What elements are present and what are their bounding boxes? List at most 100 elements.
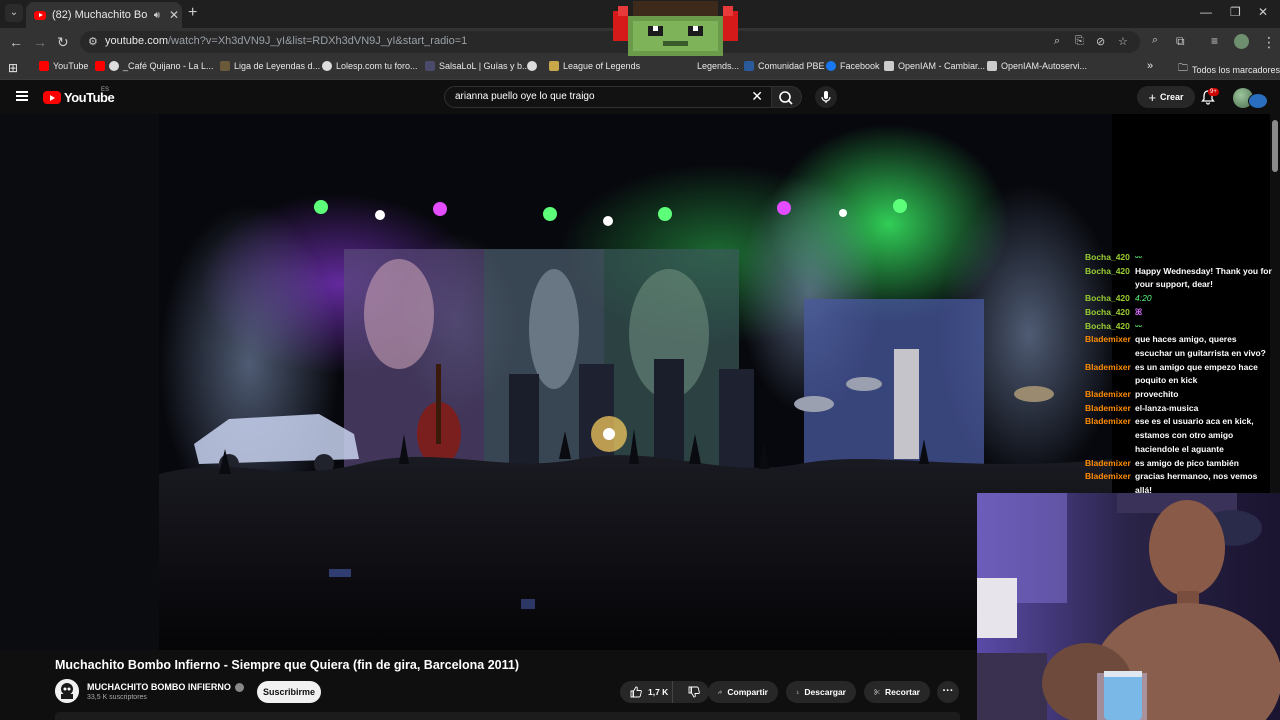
butterfly-emote-icon: ꕤ <box>1135 306 1143 317</box>
extensions-puzzle-icon[interactable]: ⧉ <box>1176 34 1185 49</box>
search-query-text: arianna puello oye lo que traigo <box>455 91 595 102</box>
bookmark-openiam-cambiar[interactable]: OpenIAM - Cambiar... <box>884 61 985 71</box>
site-favicon-icon <box>987 61 997 71</box>
tab-search-button[interactable]: ⌄ <box>5 4 23 22</box>
youtube-logo[interactable]: YouTube ES <box>43 87 115 105</box>
bookmark-label: _Café Quijano - La L... <box>123 61 214 71</box>
more-actions-button[interactable]: ··· <box>937 681 959 703</box>
video-frame[interactable] <box>159 114 1112 650</box>
chat-username: Bocha_420 <box>1085 306 1130 317</box>
bookmarks-overflow-button[interactable]: » <box>1147 60 1153 72</box>
scissors-icon <box>874 689 880 695</box>
chat-text: ese es el usuario aca en kick, estamos c… <box>1135 416 1254 454</box>
streamer-webcam-overlay <box>977 493 1280 720</box>
site-favicon-icon <box>884 61 894 71</box>
clear-search-icon[interactable]: ✕ <box>751 88 763 105</box>
all-bookmarks-folder[interactable]: 🗀 Todos los marcadores <box>1178 61 1280 78</box>
dislike-button[interactable] <box>678 681 709 703</box>
profile-avatar-icon[interactable] <box>1234 34 1249 49</box>
channel-name[interactable]: MUCHACHITO BOMBO INFIERNO <box>87 682 244 692</box>
bookmark-liga-leyendas[interactable]: Liga de Leyendas d... <box>220 61 320 71</box>
forward-arrow-icon[interactable]: → <box>33 34 47 50</box>
minimize-icon[interactable]: — <box>1200 5 1212 19</box>
clip-button[interactable]: Recortar <box>864 681 930 703</box>
folder-icon: 🗀 <box>1178 63 1188 74</box>
webcam-image <box>977 493 1280 720</box>
create-label: Crear <box>1160 92 1184 102</box>
back-arrow-icon[interactable]: ← <box>9 34 23 50</box>
verified-check-icon <box>234 682 244 692</box>
site-info-icon[interactable]: ⚙ <box>88 35 98 48</box>
plus-icon: + <box>1148 89 1157 105</box>
hamburger-menu-icon[interactable] <box>16 91 28 101</box>
bookmark-salsalol[interactable]: SalsaLoL | Guías y b... <box>425 61 530 71</box>
bookmark-legends[interactable]: Legends... <box>697 61 739 71</box>
create-button[interactable]: + Crear <box>1137 86 1195 108</box>
bookmark-lolesp[interactable]: Lolesp.com tu foro... <box>322 61 418 71</box>
download-icon <box>796 690 799 694</box>
search-input[interactable]: arianna puello oye lo que traigo ✕ <box>444 86 772 108</box>
chat-emote-icon: ᵕᵕ <box>1135 320 1142 331</box>
account-switcher-avatar[interactable] <box>1248 93 1268 109</box>
concert-stage-image <box>159 114 1112 650</box>
bookmark-comunidad-pbe[interactable]: Comunidad PBE <box>744 61 825 71</box>
thumbs-up-icon <box>630 686 642 698</box>
eye-off-icon[interactable]: ⊘ <box>1096 35 1105 48</box>
chat-message: Bocha_420 Happy Wednesday! Thank you for… <box>1085 265 1275 292</box>
chat-text: Happy Wednesday! Thank you for your supp… <box>1135 265 1272 290</box>
reload-icon[interactable]: ↻ <box>57 34 69 51</box>
bookmark-star-icon[interactable]: ☆ <box>1118 35 1128 48</box>
subscribe-button[interactable]: Suscribirme <box>257 681 321 703</box>
bookmark-facebook[interactable]: Facebook <box>826 61 880 71</box>
chat-username: Blademixer <box>1085 416 1131 427</box>
globe-icon <box>322 61 332 71</box>
chat-message: Bocha_420 ᵕᵕ <box>1085 320 1275 334</box>
extension-search-icon[interactable]: ⌕ <box>1152 34 1158 47</box>
address-bar[interactable]: ⚙ youtube.com/watch?v=Xh3dVN9J_yI&list=R… <box>80 31 1140 53</box>
bookmark-globe[interactable] <box>527 61 537 71</box>
site-favicon-icon <box>425 61 435 71</box>
tab-close-icon[interactable]: ✕ <box>166 8 182 22</box>
kebab-menu-icon[interactable]: ⋮ <box>1262 34 1276 51</box>
lol-favicon-icon <box>549 61 559 71</box>
download-label: Descargar <box>804 687 846 697</box>
bookmark-league-of-legends[interactable]: League of Legends <box>549 61 640 71</box>
channel-avatar[interactable] <box>55 679 79 703</box>
close-window-icon[interactable]: ✕ <box>1258 5 1268 19</box>
bookmark-label: Todos los marcadores <box>1192 64 1280 75</box>
bookmark-cafe-quijano[interactable]: _Café Quijano - La L... <box>95 61 214 71</box>
chat-username: Blademixer <box>1085 457 1131 468</box>
speaker-icon[interactable]: 🔊︎ <box>154 10 160 21</box>
bookmark-label: League of Legends <box>563 61 641 71</box>
like-dislike-group: 1,7 K <box>620 681 709 703</box>
site-favicon-icon <box>744 61 754 71</box>
bookmark-label: Comunidad PBE <box>758 61 825 71</box>
download-button[interactable]: Descargar <box>786 681 856 703</box>
install-app-icon[interactable]: ⎘ <box>1075 35 1084 48</box>
browser-tab-active[interactable]: (82) Muchachito Bombo Infierno 🔊︎ ✕ <box>26 2 182 28</box>
description-box-edge[interactable] <box>55 712 960 720</box>
chat-username: Blademixer <box>1085 389 1131 400</box>
bookmark-label: YouTube <box>53 61 89 71</box>
bookmark-youtube[interactable]: YouTube <box>39 61 88 71</box>
apps-grid-icon[interactable]: ⊞ <box>8 61 18 75</box>
voice-search-button[interactable] <box>815 86 837 108</box>
chat-message: Blademixer es un amigo que empezo hace p… <box>1085 361 1275 388</box>
globe-icon <box>109 61 119 71</box>
scrollbar-thumb[interactable] <box>1272 120 1278 172</box>
bookmark-openiam-autoservicio[interactable]: OpenIAM-Autoservi... <box>987 61 1087 71</box>
restore-icon[interactable]: ❐ <box>1230 5 1241 19</box>
url-host: youtube.com <box>105 35 168 47</box>
country-code: ES <box>101 87 110 93</box>
microphone-icon <box>821 91 831 103</box>
media-controls-icon[interactable]: ≡ <box>1211 34 1218 48</box>
bookmarks-bar: ⊞ YouTube _Café Quijano - La L... Liga d… <box>0 56 1280 80</box>
zoom-search-icon[interactable]: ⌕ <box>1054 35 1060 48</box>
new-tab-button[interactable]: + <box>188 4 197 22</box>
chat-message: Blademixer que haces amigo, queres escuc… <box>1085 333 1275 360</box>
share-button[interactable]: Compartir <box>708 681 778 703</box>
chat-text: provechito <box>1135 389 1179 400</box>
search-button[interactable] <box>772 86 802 108</box>
like-button[interactable]: 1,7 K <box>620 681 674 703</box>
url-text[interactable]: youtube.com/watch?v=Xh3dVN9J_yI&list=RDX… <box>105 35 467 47</box>
